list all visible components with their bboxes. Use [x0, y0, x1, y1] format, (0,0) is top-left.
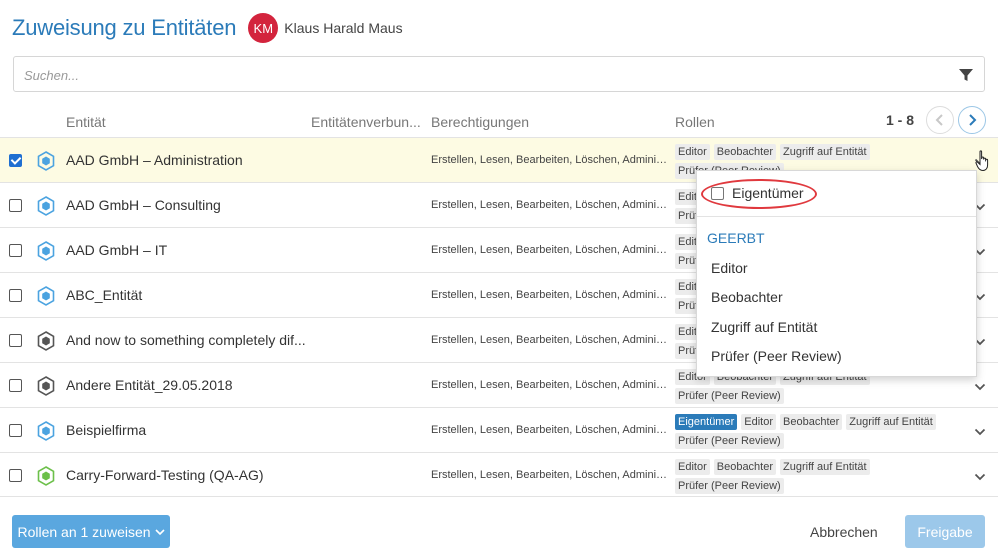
role-tag: Beobachter	[713, 459, 777, 475]
role-tag: Prüfer (Peer Review)	[675, 388, 784, 404]
page-header: Zuweisung zu Entitäten KM Klaus Harald M…	[12, 12, 403, 44]
cancel-button[interactable]: Abbrechen	[810, 524, 878, 540]
permissions-text: Erstellen, Lesen, Bearbeiten, Löschen, A…	[431, 334, 671, 346]
column-linked[interactable]: Entitätenverbun...	[311, 114, 421, 130]
row-checkbox[interactable]	[9, 289, 22, 302]
column-entity[interactable]: Entität	[66, 114, 106, 130]
role-tag: Beobachter	[713, 144, 777, 160]
hexagon-blue-icon	[37, 286, 55, 306]
role-tag: Zugriff auf Entität	[780, 144, 870, 160]
dropdown-item-entity-access[interactable]: Zugriff auf Entität	[711, 319, 817, 335]
roles-tags: EditorBeobachterZugriff auf Entität Prüfe…	[675, 459, 965, 494]
chevron-down-icon[interactable]	[974, 469, 986, 481]
dropdown-item-observer[interactable]: Beobachter	[711, 289, 783, 305]
row-checkbox[interactable]	[9, 469, 22, 482]
role-tag: Prüfer (Peer Review)	[675, 433, 784, 449]
chevron-down-icon	[154, 528, 165, 535]
row-checkbox[interactable]	[9, 424, 22, 437]
hexagon-dark-icon	[37, 376, 55, 396]
hexagon-blue-icon	[37, 421, 55, 441]
row-checkbox[interactable]	[9, 154, 22, 167]
roles-tags: Eigentümer Editor Beobachter Zugriff auf En…	[675, 414, 965, 449]
role-tag: Beobachter	[780, 414, 843, 430]
avatar[interactable]: KM	[248, 13, 279, 43]
hexagon-blue-icon	[37, 241, 55, 261]
dropdown-item-editor[interactable]: Editor	[711, 260, 748, 276]
role-tag: Editor	[675, 144, 710, 160]
entity-name: ABC_Entität	[66, 287, 143, 303]
permissions-text: Erstellen, Lesen, Bearbeiten, Löschen, A…	[431, 424, 671, 436]
role-tag: Editor	[741, 414, 777, 430]
roles-dropdown: Eigentümer GEERBT Editor Beobachter Zugr…	[696, 170, 977, 377]
role-tag: Eigentümer	[675, 414, 738, 430]
page-title: Zuweisung zu Entitäten	[12, 15, 237, 40]
role-tag: Zugriff auf Entität	[780, 459, 870, 475]
entity-name: Andere Entität_29.05.2018	[66, 377, 233, 393]
entity-name: AAD GmbH – Consulting	[66, 197, 221, 213]
permissions-text: Erstellen, Lesen, Bearbeiten, Löschen, A…	[431, 379, 671, 391]
owner-option[interactable]: Eigentümer	[711, 185, 804, 201]
table-header: Entität Entitätenverbun... Berechtigunge…	[0, 108, 998, 136]
role-tag: Editor	[675, 459, 710, 475]
inherited-group-label: GEERBT	[707, 230, 765, 246]
hexagon-blue-icon	[37, 196, 55, 216]
column-roles[interactable]: Rollen	[675, 114, 715, 130]
role-tag: Zugriff auf Entität	[846, 414, 936, 430]
table-row[interactable]: Beispielfirma Erstellen, Lesen, Bearbeite…	[0, 407, 998, 452]
release-button[interactable]: Freigabe	[905, 515, 985, 548]
entity-name: Carry-Forward-Testing (QA-AG)	[66, 467, 264, 483]
table-row[interactable]: Carry-Forward-Testing (QA-AG) Erstellen, …	[0, 452, 998, 497]
row-checkbox[interactable]	[9, 379, 22, 392]
hexagon-blue-icon	[37, 151, 55, 171]
entity-name: And now to something completely dif...	[66, 332, 306, 348]
row-checkbox[interactable]	[9, 334, 22, 347]
hand-cursor-icon	[975, 150, 989, 172]
chevron-right-icon	[969, 114, 977, 126]
chevron-down-icon[interactable]	[974, 424, 986, 436]
filter-icon[interactable]	[958, 67, 974, 83]
user-name: Klaus Harald Maus	[284, 20, 403, 36]
assign-roles-button[interactable]: Rollen an 1 zuweisen	[12, 515, 170, 548]
chevron-down-icon[interactable]	[974, 379, 986, 391]
permissions-text: Erstellen, Lesen, Bearbeiten, Löschen, A…	[431, 154, 671, 166]
permissions-text: Erstellen, Lesen, Bearbeiten, Löschen, A…	[431, 469, 671, 481]
search-bar	[13, 56, 985, 92]
row-checkbox[interactable]	[9, 244, 22, 257]
divider	[697, 216, 976, 217]
row-checkbox[interactable]	[9, 199, 22, 212]
hexagon-green-icon	[37, 466, 55, 486]
search-input[interactable]	[24, 65, 924, 85]
role-tag: Prüfer (Peer Review)	[675, 478, 784, 494]
entity-name: AAD GmbH – Administration	[66, 152, 243, 168]
hexagon-dark-icon	[37, 331, 55, 351]
assign-roles-label: Rollen an 1 zuweisen	[17, 523, 151, 540]
dropdown-item-peer-review[interactable]: Prüfer (Peer Review)	[711, 348, 842, 364]
page-range: 1 - 8	[885, 112, 914, 128]
pagination: 1 - 8	[886, 105, 986, 135]
permissions-text: Erstellen, Lesen, Bearbeiten, Löschen, A…	[431, 244, 671, 256]
entity-name: Beispielfirma	[66, 422, 147, 438]
next-page-button[interactable]	[958, 106, 986, 134]
permissions-text: Erstellen, Lesen, Bearbeiten, Löschen, A…	[431, 289, 671, 301]
owner-checkbox[interactable]	[711, 186, 724, 200]
previous-page-button[interactable]	[926, 106, 954, 134]
chevron-left-icon	[935, 114, 943, 126]
column-permissions[interactable]: Berechtigungen	[431, 114, 529, 130]
owner-label: Eigentümer	[732, 185, 804, 201]
entity-name: AAD GmbH – IT	[66, 242, 168, 258]
permissions-text: Erstellen, Lesen, Bearbeiten, Löschen, A…	[431, 199, 671, 211]
